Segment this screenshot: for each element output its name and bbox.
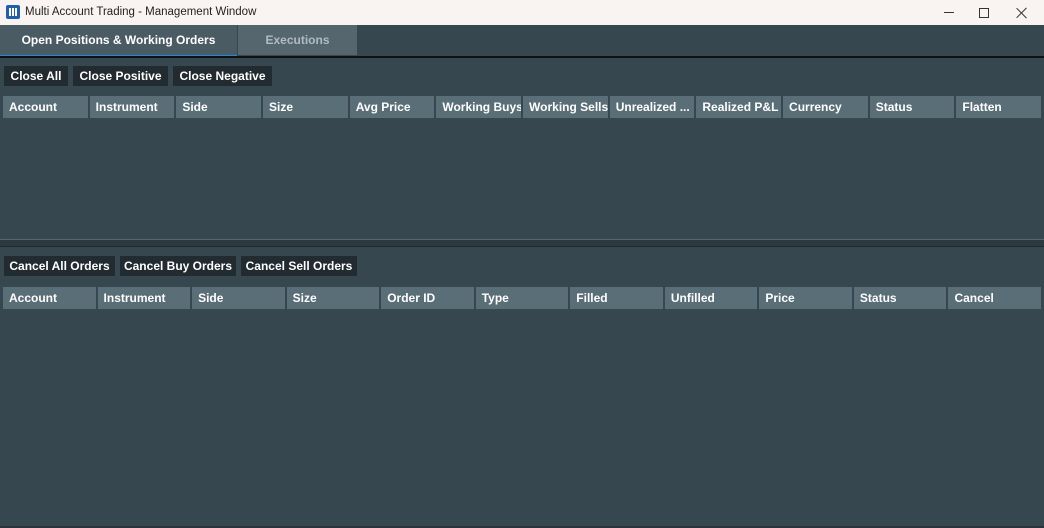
cancel-all-orders-button[interactable]: Cancel All Orders	[4, 256, 115, 276]
close-all-button[interactable]: Close All	[4, 66, 68, 86]
orders-table-header: Account Instrument Side Size Order ID Ty…	[3, 287, 1042, 309]
tab-divider	[0, 56, 1044, 58]
col-unfilled[interactable]: Unfilled	[664, 287, 758, 309]
col-size[interactable]: Size	[263, 96, 348, 118]
maximize-icon	[979, 7, 989, 18]
col-side[interactable]: Side	[176, 96, 262, 118]
close-positive-button[interactable]: Close Positive	[73, 66, 168, 86]
col-account[interactable]: Account	[3, 96, 88, 118]
col-avg-price[interactable]: Avg Price	[349, 96, 435, 118]
close-negative-button[interactable]: Close Negative	[173, 66, 272, 86]
col-realized-pnl[interactable]: Realized P&L	[696, 96, 782, 118]
tab-executions[interactable]: Executions	[238, 25, 357, 55]
app-icon	[6, 5, 20, 19]
col-status[interactable]: Status	[869, 96, 955, 118]
col-working-buys[interactable]: Working Buys	[436, 96, 522, 118]
minimize-icon	[944, 12, 954, 13]
cancel-buy-orders-button[interactable]: Cancel Buy Orders	[120, 256, 236, 276]
col-side[interactable]: Side	[192, 287, 285, 309]
col-price[interactable]: Price	[759, 287, 852, 309]
col-working-sells[interactable]: Working Sells	[523, 96, 608, 118]
title-bar: Multi Account Trading - Management Windo…	[0, 0, 1044, 25]
col-cancel[interactable]: Cancel	[948, 287, 1042, 309]
maximize-button[interactable]	[964, 0, 1004, 25]
col-status[interactable]: Status	[853, 287, 947, 309]
tab-bar: Open Positions & Working Orders Executio…	[0, 25, 1044, 58]
col-size[interactable]: Size	[286, 287, 380, 309]
col-order-id[interactable]: Order ID	[381, 287, 474, 309]
cancel-sell-orders-button[interactable]: Cancel Sell Orders	[241, 256, 357, 276]
minimize-button[interactable]	[929, 0, 969, 25]
col-unrealized-pnl[interactable]: Unrealized ...	[609, 96, 695, 118]
positions-table-header: Account Instrument Side Size Avg Price W…	[3, 96, 1042, 118]
col-instrument[interactable]: Instrument	[89, 96, 175, 118]
col-account[interactable]: Account	[3, 287, 96, 309]
col-filled[interactable]: Filled	[570, 287, 663, 309]
col-instrument[interactable]: Instrument	[97, 287, 191, 309]
window-title: Multi Account Trading - Management Windo…	[25, 6, 257, 18]
pane-splitter[interactable]	[0, 239, 1044, 247]
col-flatten[interactable]: Flatten	[956, 96, 1042, 118]
close-icon	[1016, 7, 1028, 19]
col-currency[interactable]: Currency	[783, 96, 868, 118]
tab-open-positions[interactable]: Open Positions & Working Orders	[0, 25, 237, 58]
col-type[interactable]: Type	[475, 287, 569, 309]
close-button[interactable]	[1002, 0, 1042, 25]
